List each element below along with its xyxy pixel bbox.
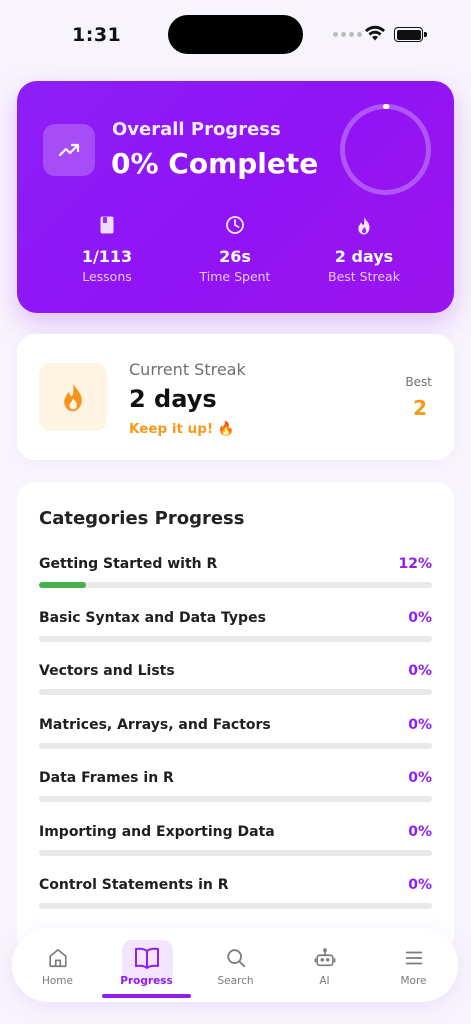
category-row[interactable]: Control Statements in R 0% bbox=[39, 877, 432, 917]
flame-icon bbox=[304, 213, 424, 237]
category-progress-bar bbox=[39, 796, 432, 802]
category-name: Getting Started with R bbox=[39, 556, 218, 572]
category-percent: 0% bbox=[408, 609, 432, 626]
search-icon bbox=[225, 946, 247, 970]
category-percent: 0% bbox=[408, 770, 432, 786]
category-progress-bar bbox=[39, 689, 432, 695]
robot-icon bbox=[314, 946, 336, 970]
category-progress-bar bbox=[39, 582, 432, 588]
clock-icon bbox=[175, 213, 295, 237]
category-progress-fill bbox=[39, 582, 87, 588]
wifi-icon bbox=[365, 25, 385, 41]
current-streak-label: Current Streak bbox=[129, 360, 246, 379]
category-percent: 0% bbox=[408, 877, 432, 893]
category-progress-bar bbox=[39, 742, 432, 749]
nav-label: Search bbox=[217, 975, 254, 987]
overall-progress-value: 0% Complete bbox=[111, 147, 319, 180]
stat-label: Time Spent bbox=[199, 269, 271, 284]
stat-label: Lessons bbox=[82, 269, 132, 284]
category-name: Importing and Exporting Data bbox=[39, 823, 275, 840]
category-name: Basic Syntax and Data Types bbox=[39, 609, 266, 626]
category-progress-bar bbox=[39, 849, 432, 856]
category-percent: 0% bbox=[408, 716, 432, 733]
nav-label: More bbox=[400, 975, 427, 987]
book-icon bbox=[47, 213, 167, 237]
category-row[interactable]: Data Frames in R 0% bbox=[39, 770, 432, 810]
stat-best-streak: 2 days Best Streak bbox=[304, 213, 424, 284]
category-row[interactable]: Vectors and Lists 0% bbox=[39, 663, 432, 703]
category-name: Matrices, Arrays, and Factors bbox=[39, 716, 271, 733]
best-streak-value: 2 bbox=[413, 396, 427, 420]
active-tab-indicator bbox=[102, 994, 191, 998]
nav-progress[interactable]: Progress bbox=[102, 928, 191, 1002]
nav-label: AI bbox=[319, 975, 330, 987]
stat-value: 2 days bbox=[334, 247, 394, 266]
battery-icon bbox=[394, 27, 427, 42]
stat-value: 1/113 bbox=[81, 247, 133, 266]
streak-flame-icon bbox=[39, 363, 107, 431]
current-streak-value: 2 days bbox=[129, 385, 217, 413]
menu-icon bbox=[403, 946, 425, 970]
nav-home[interactable]: Home bbox=[13, 928, 102, 1002]
overall-progress-label: Overall Progress bbox=[112, 119, 281, 140]
category-percent: 0% bbox=[408, 663, 432, 679]
category-percent: 12% bbox=[398, 556, 432, 572]
trending-up-icon bbox=[43, 124, 95, 176]
nav-ai[interactable]: AI bbox=[280, 928, 369, 1002]
bottom-nav: Home Progress Search AI More bbox=[12, 928, 458, 1002]
category-progress-bar bbox=[39, 903, 432, 909]
book-open-icon bbox=[134, 946, 160, 970]
nav-label: Home bbox=[41, 975, 73, 987]
nav-more[interactable]: More bbox=[369, 928, 458, 1002]
nav-label: Progress bbox=[120, 975, 173, 987]
category-row[interactable]: Getting Started with R 12% bbox=[39, 556, 432, 596]
category-name: Control Statements in R bbox=[39, 877, 229, 893]
progress-ring bbox=[340, 104, 431, 195]
categories-title: Categories Progress bbox=[39, 508, 245, 529]
stat-value: 26s bbox=[219, 247, 251, 266]
category-row[interactable]: Basic Syntax and Data Types 0% bbox=[39, 610, 432, 650]
category-progress-bar bbox=[39, 635, 432, 642]
nav-search[interactable]: Search bbox=[191, 928, 280, 1002]
current-streak-card: Current Streak 2 days Keep it up! 🔥 Best… bbox=[17, 334, 454, 460]
category-percent: 0% bbox=[408, 823, 432, 840]
status-time: 1:31 bbox=[72, 24, 122, 46]
cellular-icon bbox=[333, 32, 362, 37]
stat-time-spent: 26s Time Spent bbox=[175, 213, 295, 284]
home-icon bbox=[47, 946, 69, 970]
category-row[interactable]: Matrices, Arrays, and Factors 0% bbox=[39, 717, 432, 757]
category-name: Data Frames in R bbox=[39, 770, 174, 786]
categories-progress-card: Categories Progress Getting Started with… bbox=[17, 482, 454, 942]
status-bar: 1:31 bbox=[0, 0, 471, 70]
best-streak-label: Best bbox=[405, 375, 432, 389]
category-name: Vectors and Lists bbox=[39, 663, 175, 679]
stat-lessons: 1/113 Lessons bbox=[47, 213, 167, 284]
category-row[interactable]: Importing and Exporting Data 0% bbox=[39, 824, 432, 864]
dynamic-island bbox=[168, 15, 303, 54]
overall-progress-card: Overall Progress 0% Complete 1/113 Lesso… bbox=[17, 81, 454, 313]
streak-message: Keep it up! 🔥 bbox=[129, 421, 235, 437]
stat-label: Best Streak bbox=[328, 269, 400, 284]
